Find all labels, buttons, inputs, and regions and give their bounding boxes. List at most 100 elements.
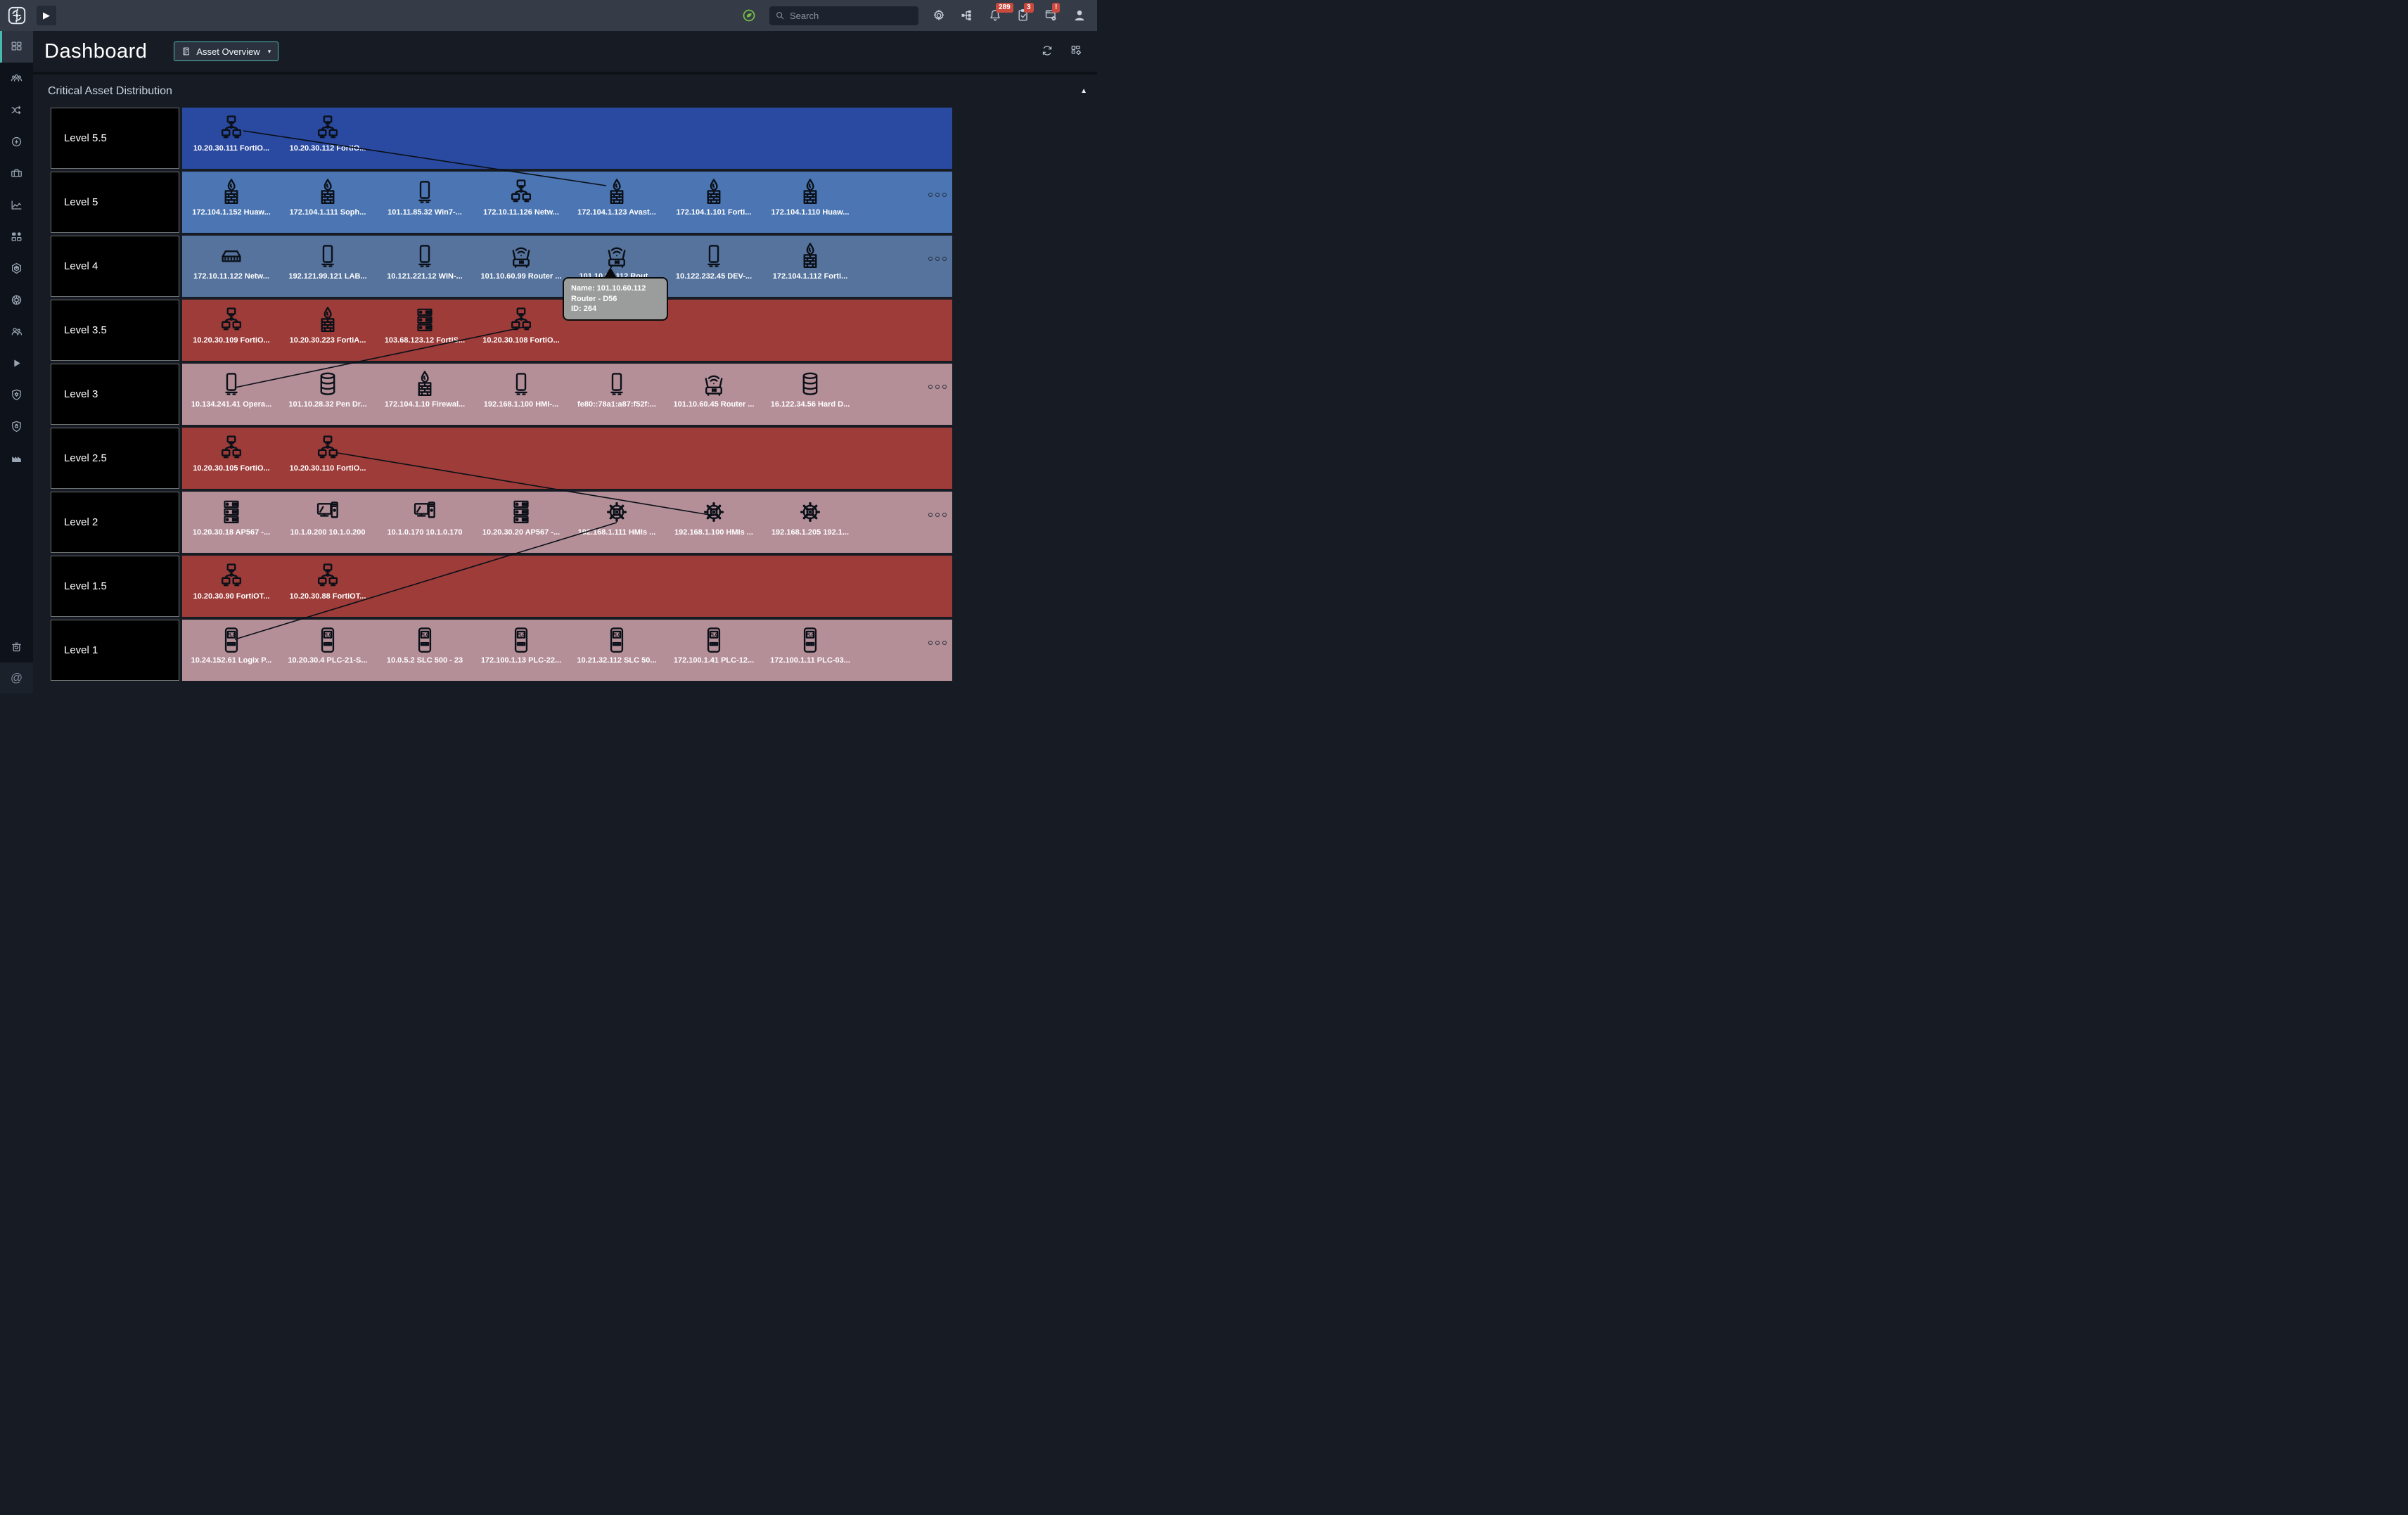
sidebar-item-power[interactable] (0, 126, 33, 158)
system-status-button[interactable]: ! (1044, 3, 1061, 23)
sidebar-item-network-globe[interactable] (0, 284, 33, 316)
brand-health-indicator[interactable] (741, 8, 757, 23)
asset-node[interactable]: 10.0.5.2 SLC 500 - 23 (378, 627, 472, 665)
asset-node[interactable]: 172.10.11.126 Netw... (474, 179, 568, 217)
asset-node[interactable]: 172.100.1.11 PLC-03... (763, 627, 857, 665)
asset-node-label: 101.10.28.32 Pen Dr... (288, 400, 367, 409)
asset-node[interactable]: 10.20.30.90 FortiOT... (184, 563, 278, 601)
row-more-button[interactable] (928, 641, 947, 645)
asset-node[interactable]: 172.100.1.13 PLC-22... (474, 627, 568, 665)
edit-widgets-button[interactable] (1070, 44, 1084, 58)
asset-node[interactable]: 10.20.30.20 AP567 -... (474, 499, 568, 537)
sidebar-item-trash[interactable] (0, 631, 33, 663)
asset-node[interactable]: 172.104.1.111 Soph... (281, 179, 375, 217)
asset-node-label: fe80::78a1:a87:f52f:... (577, 400, 656, 409)
asset-node[interactable]: 172.104.1.112 Forti... (763, 243, 857, 281)
asset-node[interactable]: 103.68.123.12 FortiS... (378, 307, 472, 345)
asset-node[interactable]: 10.134.241.41 Opera... (184, 371, 278, 409)
user-menu-button[interactable] (1072, 8, 1087, 23)
asset-node[interactable]: 10.20.30.18 AP567 -... (184, 499, 278, 537)
sidebar-item-facility[interactable] (0, 442, 33, 474)
sidebar-item-shield-lock[interactable] (0, 411, 33, 442)
critical-asset-chart: Level 5.5 Level 5 Level 4 Level 3.5 Level 3L… (33, 108, 1097, 684)
sidebar-item-asset-cube[interactable] (0, 252, 33, 284)
asset-node[interactable]: 10.121.221.12 WIN-... (378, 243, 472, 281)
asset-node[interactable]: 10.122.232.45 DEV-... (667, 243, 761, 281)
notifications-badge: 289 (996, 3, 1013, 13)
panel-header: Critical Asset Distribution ▲ (33, 75, 1097, 108)
refresh-button[interactable] (1041, 44, 1055, 58)
asset-node[interactable]: 101.10.60.112 Rout... (570, 243, 664, 281)
sidebar-item-widgets[interactable] (0, 221, 33, 252)
asset-node[interactable]: 172.10.11.122 Netw... (184, 243, 278, 281)
asset-node[interactable]: 172.104.1.10 Firewal... (378, 371, 472, 409)
tablet-icon (314, 243, 341, 269)
tasks-button[interactable]: 3 (1016, 3, 1034, 23)
row-more-button[interactable] (928, 385, 947, 389)
asset-node-label: 101.10.60.99 Router ... (480, 272, 562, 281)
asset-node[interactable]: 192.168.1.100 HMIs ... (667, 499, 761, 537)
sidebar-item-briefcase[interactable] (0, 158, 33, 189)
asset-node[interactable]: 10.20.30.108 FortiO... (474, 307, 568, 345)
asset-node[interactable]: 192.168.1.111 HMIs ... (570, 499, 664, 537)
asset-node[interactable]: 192.168.1.100 HMI-... (474, 371, 568, 409)
asset-node[interactable]: 101.11.85.32 Win7-... (378, 179, 472, 217)
hierarchy-icon (508, 179, 534, 205)
sidebar-item-shuffle[interactable] (0, 94, 33, 126)
asset-node[interactable]: 192.168.1.205 192.1... (763, 499, 857, 537)
tablet-icon (700, 243, 727, 269)
asset-node[interactable]: 10.20.30.109 FortiO... (184, 307, 278, 345)
notifications-button[interactable]: 289 (987, 3, 1013, 23)
asset-node[interactable]: 10.21.32.112 SLC 50... (570, 627, 664, 665)
asset-node[interactable]: 10.20.30.4 PLC-21-S... (281, 627, 375, 665)
asset-node[interactable]: 10.1.0.200 10.1.0.200 (281, 499, 375, 537)
asset-node[interactable]: 172.104.1.123 Avast... (570, 179, 664, 217)
asset-node[interactable]: 192.121.99.121 LAB... (281, 243, 375, 281)
asset-node[interactable]: 10.20.30.223 FortiA... (281, 307, 375, 345)
asset-node[interactable]: 101.10.28.32 Pen Dr... (281, 371, 375, 409)
asset-node[interactable]: 16.122.34.56 Hard D... (763, 371, 857, 409)
row-more-button[interactable] (928, 513, 947, 517)
play-button[interactable]: ▶ (37, 6, 56, 25)
asset-node-label: 10.20.30.90 FortiOT... (193, 592, 270, 601)
level-label: Level 2 (51, 492, 179, 553)
sidebar-item-activity-chart[interactable] (0, 189, 33, 221)
asset-node[interactable]: 172.104.1.152 Huaw... (184, 179, 278, 217)
search-input[interactable] (790, 10, 902, 21)
sidebar-item-shield-bug[interactable] (0, 379, 33, 411)
asset-node[interactable]: 10.20.30.88 FortiOT... (281, 563, 375, 601)
asset-node[interactable]: 10.20.30.105 FortiO... (184, 435, 278, 473)
level-rows-area: 10.20.30.111 FortiO... 10.20.30.112 Forti… (182, 108, 952, 684)
sidebar-item-mentions[interactable]: @ (0, 663, 33, 693)
asset-node[interactable]: 101.10.60.99 Router ... (474, 243, 568, 281)
asset-node-label: 10.20.30.88 FortiOT... (289, 592, 366, 601)
collapse-panel-button[interactable]: ▲ (1080, 87, 1087, 95)
asset-node[interactable]: fe80::78a1:a87:f52f:... (570, 371, 664, 409)
asset-node[interactable]: 172.104.1.101 Forti... (667, 179, 761, 217)
asset-node[interactable]: 10.24.152.61 Logix P... (184, 627, 278, 665)
sidebar-item-user-group[interactable] (0, 316, 33, 347)
asset-node-label: 192.168.1.205 192.1... (771, 528, 850, 537)
row-more-button[interactable] (928, 257, 947, 261)
asset-node[interactable]: 10.20.30.111 FortiO... (184, 115, 278, 153)
sidebar-item-playbooks[interactable] (0, 347, 33, 379)
green-globe-icon (743, 9, 755, 22)
asset-node-label: 172.100.1.41 PLC-12... (673, 656, 755, 665)
asset-node[interactable]: 172.104.1.110 Huaw... (763, 179, 857, 217)
asset-node[interactable]: 101.10.60.45 Router ... (667, 371, 761, 409)
gear-icon (700, 499, 727, 525)
asset-node[interactable]: 10.20.30.110 FortiO... (281, 435, 375, 473)
view-selector-button[interactable]: Asset Overview ▾ (174, 41, 279, 61)
app-logo[interactable] (0, 0, 33, 31)
rack-icon (218, 499, 245, 525)
sidebar-item-dashboard[interactable] (0, 31, 33, 63)
row-more-button[interactable] (928, 193, 947, 197)
settings-button[interactable] (931, 8, 947, 23)
router-icon (603, 243, 630, 269)
asset-node[interactable]: 10.1.0.170 10.1.0.170 (378, 499, 472, 537)
asset-node[interactable]: 10.20.30.112 FortiO... (281, 115, 375, 153)
hierarchy-icon (218, 307, 245, 333)
asset-node[interactable]: 172.100.1.41 PLC-12... (667, 627, 761, 665)
sidebar-item-users[interactable] (0, 63, 33, 94)
org-chart-button[interactable] (959, 8, 975, 23)
